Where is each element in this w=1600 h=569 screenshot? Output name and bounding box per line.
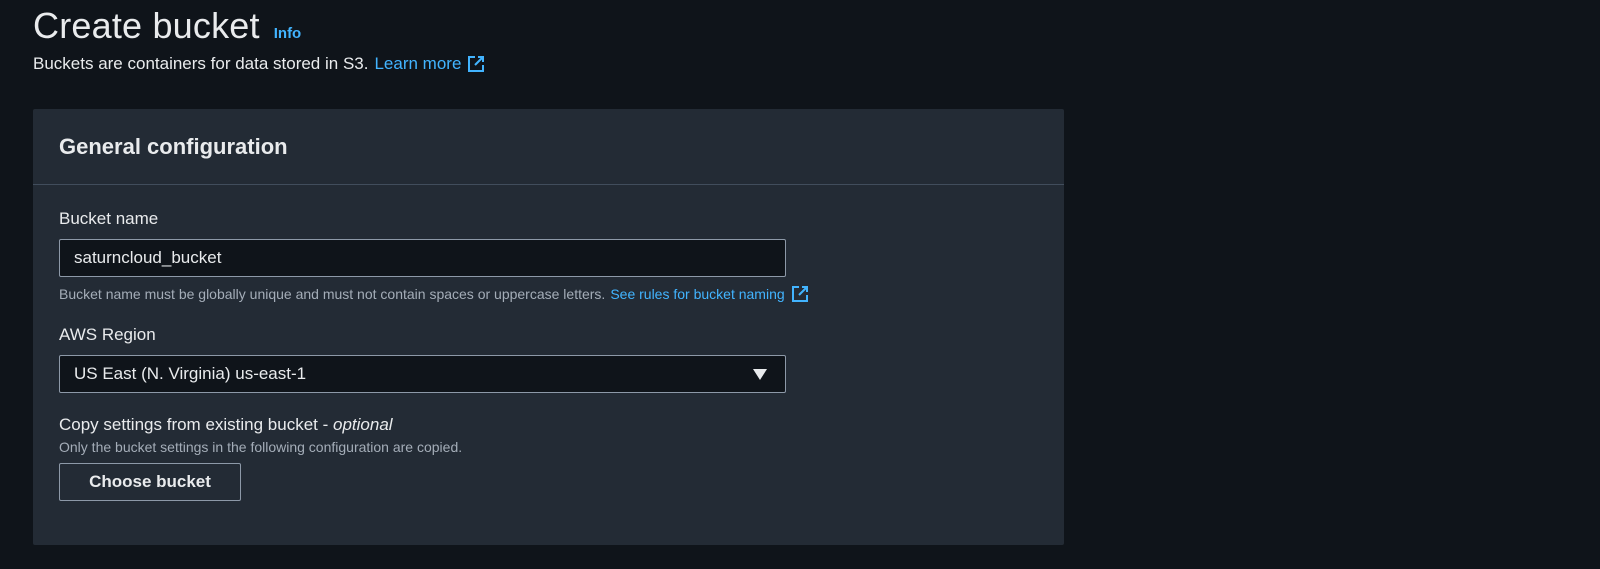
external-link-icon (791, 285, 809, 303)
subtitle-text: Buckets are containers for data stored i… (33, 54, 369, 73)
bucket-naming-rules-link[interactable]: See rules for bucket naming (610, 285, 808, 303)
bucket-name-input[interactable] (59, 239, 786, 277)
aws-region-field: AWS Region US East (N. Virginia) us-east… (59, 325, 1038, 393)
copy-settings-label: Copy settings from existing bucket - opt… (59, 415, 1038, 435)
page-subtitle: Buckets are containers for data stored i… (33, 54, 485, 74)
caret-down-icon (753, 368, 767, 380)
bucket-name-hint: Bucket name must be globally unique and … (59, 285, 1038, 303)
copy-settings-label-text: Copy settings from existing bucket - (59, 415, 334, 434)
create-bucket-page: Create bucket Info Buckets are container… (0, 0, 1600, 569)
external-link-icon (467, 55, 485, 73)
panel-title: General configuration (59, 133, 288, 159)
copy-settings-description: Only the bucket settings in the followin… (59, 439, 463, 455)
optional-tag: optional (333, 415, 393, 434)
aws-region-selected-value: US East (N. Virginia) us-east-1 (74, 364, 307, 383)
bucket-naming-rules-label: See rules for bucket naming (610, 286, 785, 302)
bucket-name-field: Bucket name Bucket name must be globally… (59, 209, 1038, 303)
title-row: Create bucket Info (33, 4, 485, 48)
panel-body: Bucket name Bucket name must be globally… (33, 185, 1064, 501)
copy-settings-field: Copy settings from existing bucket - opt… (59, 415, 1038, 501)
bucket-name-hint-text: Bucket name must be globally unique and … (59, 286, 606, 302)
page-title: Create bucket (33, 5, 260, 46)
bucket-name-label: Bucket name (59, 209, 159, 228)
learn-more-link[interactable]: Learn more (374, 54, 485, 74)
learn-more-label: Learn more (374, 54, 462, 73)
aws-region-label: AWS Region (59, 325, 156, 344)
panel-header: General configuration (33, 109, 1064, 185)
info-link[interactable]: Info (274, 25, 302, 42)
choose-bucket-button[interactable]: Choose bucket (59, 463, 241, 501)
page-header: Create bucket Info Buckets are container… (33, 0, 485, 74)
general-configuration-panel: General configuration Bucket name Bucket… (33, 109, 1064, 545)
aws-region-select[interactable]: US East (N. Virginia) us-east-1 (59, 355, 786, 393)
